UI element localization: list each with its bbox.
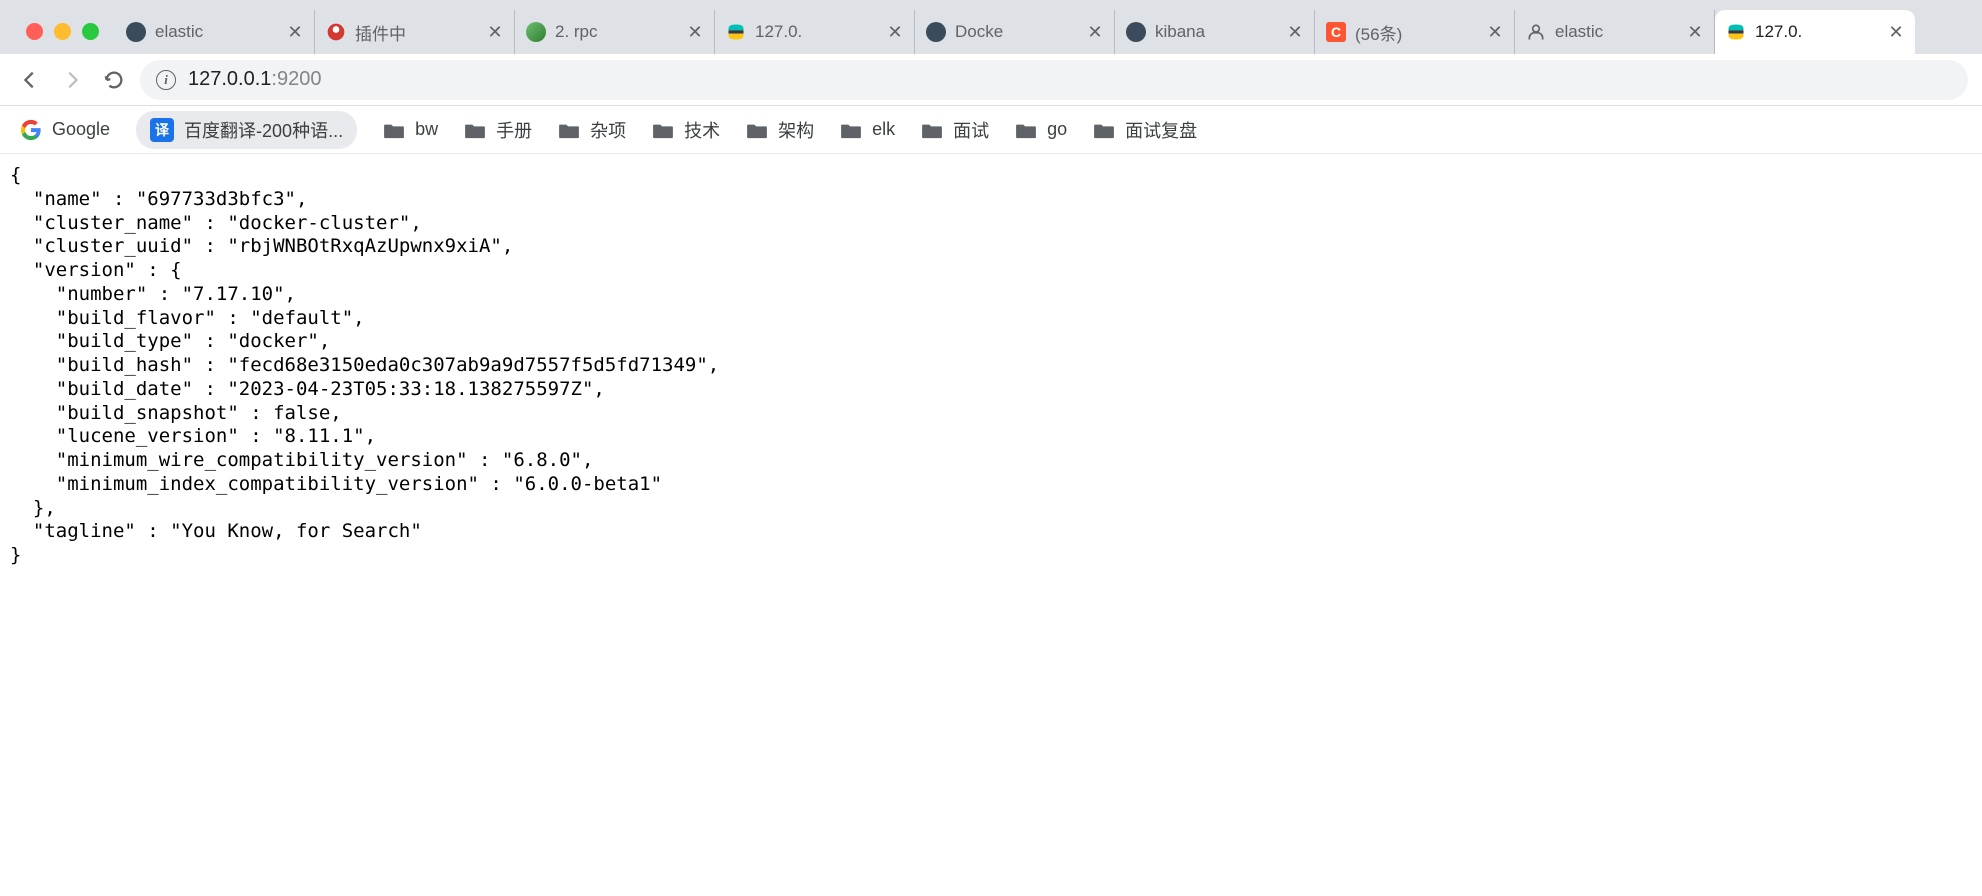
- address-bar: i 127.0.0.1:9200: [0, 54, 1982, 106]
- tab-close-icon[interactable]: ✕: [1686, 22, 1704, 43]
- bookmark-label: Google: [52, 119, 110, 140]
- tab-close-icon[interactable]: ✕: [1486, 22, 1504, 43]
- tab-favicon-icon: [1125, 21, 1147, 43]
- tab-close-icon[interactable]: ✕: [286, 22, 304, 43]
- tab-title: elastic: [155, 22, 278, 42]
- browser-tab[interactable]: elastic ✕: [115, 10, 315, 54]
- folder-icon: [1093, 121, 1115, 139]
- bookmark-folder[interactable]: go: [1015, 119, 1067, 140]
- folder-icon: [746, 121, 768, 139]
- bookmark-folder[interactable]: 杂项: [558, 117, 626, 143]
- bookmark-folder[interactable]: elk: [840, 119, 895, 140]
- back-button[interactable]: [14, 64, 46, 96]
- tab-title: 插件中: [355, 20, 478, 45]
- folder-icon: [921, 121, 943, 139]
- tab-close-icon[interactable]: ✕: [1286, 22, 1304, 43]
- tab-close-icon[interactable]: ✕: [886, 22, 904, 43]
- reload-button[interactable]: [98, 64, 130, 96]
- bookmark-folder[interactable]: 手册: [464, 117, 532, 143]
- tab-favicon-icon: [1525, 21, 1547, 43]
- browser-tab[interactable]: 127.0. ✕: [715, 10, 915, 54]
- folder-icon: [652, 121, 674, 139]
- tab-title: 2. rpc: [555, 22, 678, 42]
- tab-title: 127.0.: [1755, 22, 1879, 42]
- tab-close-icon[interactable]: ✕: [686, 22, 704, 43]
- tab-favicon-icon: [725, 21, 747, 43]
- translate-icon: 译: [150, 118, 174, 142]
- bookmark-folder[interactable]: bw: [383, 119, 438, 140]
- browser-tab[interactable]: Docke ✕: [915, 10, 1115, 54]
- tabs-container: elastic✕插件中✕2. rpc✕127.0.✕Docke✕kibana✕C…: [115, 10, 1982, 54]
- tab-bar: elastic✕插件中✕2. rpc✕127.0.✕Docke✕kibana✕C…: [0, 0, 1982, 54]
- bookmark-folder[interactable]: 面试: [921, 117, 989, 143]
- tab-title: kibana: [1155, 22, 1278, 42]
- browser-tab[interactable]: 插件中 ✕: [315, 10, 515, 54]
- tab-close-icon[interactable]: ✕: [486, 22, 504, 43]
- url-text: 127.0.0.1:9200: [188, 68, 321, 91]
- bookmark-google[interactable]: Google: [20, 119, 110, 141]
- bookmark-label: 百度翻译-200种语...: [184, 117, 343, 143]
- site-info-icon[interactable]: i: [156, 70, 176, 90]
- folder-icon: [558, 121, 580, 139]
- tab-favicon-icon: [1725, 21, 1747, 43]
- tab-title: (56条): [1355, 20, 1478, 45]
- folder-icon: [383, 121, 405, 139]
- bookmark-label: 技术: [684, 117, 720, 143]
- bookmark-label: go: [1047, 119, 1067, 140]
- bookmark-label: elk: [872, 119, 895, 140]
- browser-tab[interactable]: elastic ✕: [1515, 10, 1715, 54]
- tab-title: 127.0.: [755, 22, 878, 42]
- bookmark-label: 面试: [953, 117, 989, 143]
- bookmark-folder[interactable]: 面试复盘: [1093, 117, 1197, 143]
- bookmark-bar: Google 译 百度翻译-200种语... bw 手册 杂项 技术 架构 elk 面试 go…: [0, 106, 1982, 154]
- tab-favicon-icon: [125, 21, 147, 43]
- response-body: { "name" : "697733d3bfc3", "cluster_name…: [0, 154, 1982, 578]
- url-input[interactable]: i 127.0.0.1:9200: [140, 60, 1968, 100]
- window-minimize-button[interactable]: [54, 23, 71, 40]
- google-icon: [20, 119, 42, 141]
- window-controls: [10, 23, 115, 54]
- tab-close-icon[interactable]: ✕: [1887, 22, 1905, 43]
- browser-tab[interactable]: 2. rpc ✕: [515, 10, 715, 54]
- forward-button[interactable]: [56, 64, 88, 96]
- bookmark-label: 手册: [496, 117, 532, 143]
- folder-icon: [464, 121, 486, 139]
- bookmark-label: bw: [415, 119, 438, 140]
- folder-icon: [1015, 121, 1037, 139]
- window-maximize-button[interactable]: [82, 23, 99, 40]
- tab-favicon-icon: C: [1325, 21, 1347, 43]
- browser-tab[interactable]: C (56条) ✕: [1315, 10, 1515, 54]
- bookmark-label: 杂项: [590, 117, 626, 143]
- tab-close-icon[interactable]: ✕: [1086, 22, 1104, 43]
- bookmark-label: 面试复盘: [1125, 117, 1197, 143]
- bookmark-folder[interactable]: 技术: [652, 117, 720, 143]
- browser-tab[interactable]: 127.0. ✕: [1715, 10, 1915, 54]
- tab-favicon-icon: [325, 21, 347, 43]
- bookmark-translate[interactable]: 译 百度翻译-200种语...: [136, 111, 357, 149]
- tab-title: Docke: [955, 22, 1078, 42]
- bookmark-label: 架构: [778, 117, 814, 143]
- tab-favicon-icon: [925, 21, 947, 43]
- browser-tab[interactable]: kibana ✕: [1115, 10, 1315, 54]
- folder-icon: [840, 121, 862, 139]
- tab-title: elastic: [1555, 22, 1678, 42]
- tab-favicon-icon: [525, 21, 547, 43]
- window-close-button[interactable]: [26, 23, 43, 40]
- bookmark-folder[interactable]: 架构: [746, 117, 814, 143]
